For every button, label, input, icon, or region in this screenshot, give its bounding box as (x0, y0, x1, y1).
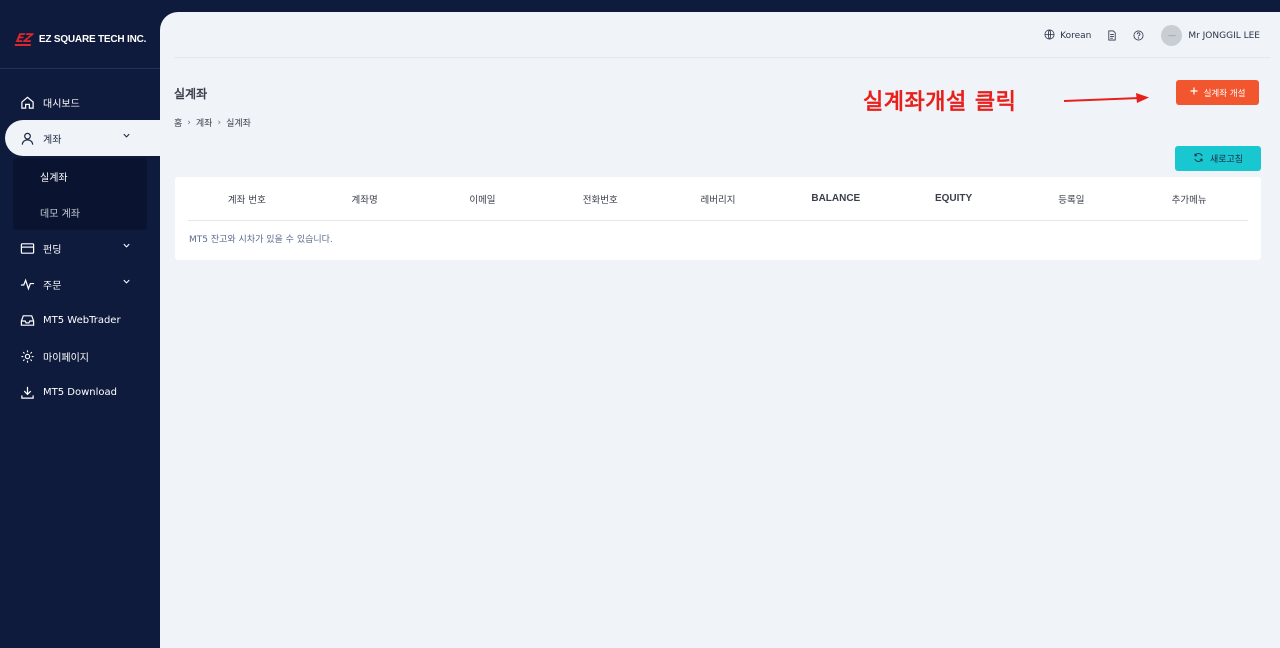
gear-icon (19, 348, 35, 364)
sidebar-divider (0, 68, 160, 69)
accounts-submenu: 실계좌 데모 계좌 (13, 158, 147, 230)
language-label: Korean (1060, 30, 1092, 41)
table-empty-message: MT5 잔고와 시차가 있을 수 있습니다. (189, 235, 333, 245)
sidebar-item-label: MT5 WebTrader (43, 314, 121, 326)
sidebar-item-label: 펀딩 (43, 244, 62, 256)
sidebar-item-label: 주문 (43, 280, 62, 292)
refresh-icon (1193, 152, 1204, 166)
open-real-account-button[interactable]: 실계좌 개설 (1176, 80, 1259, 105)
sidebar-item-dashboard[interactable]: 대시보드 (0, 84, 160, 120)
breadcrumb-accounts[interactable]: 계좌 (196, 116, 213, 129)
submenu-item-real-account[interactable]: 실계좌 (13, 158, 147, 194)
globe-icon (1044, 29, 1055, 43)
user-name: Mr JONGGIL LEE (1188, 30, 1260, 41)
breadcrumb-home[interactable]: 홈 (174, 116, 182, 129)
column-header-email[interactable]: 이메일 (424, 192, 542, 206)
open-real-account-label: 실계좌 개설 (1203, 88, 1246, 99)
main-panel: Korean — Mr JONGGIL LEE 실계좌 홈 › 계좌 › 실계좌… (160, 12, 1280, 648)
plus-icon (1190, 87, 1198, 98)
sidebar-menu: 대시보드 계좌 실계좌 데모 계좌 펀딩 주문 MT5 WebTrader 마이… (0, 84, 160, 410)
card-icon (19, 240, 35, 256)
sidebar-item-label: 계좌 (43, 134, 62, 146)
logo-mark: EZ (14, 30, 34, 46)
table-header: 계좌 번호 계좌명 이메일 전화번호 레버리지 BALANCE EQUITY 등… (188, 177, 1248, 221)
column-header-balance[interactable]: BALANCE (777, 193, 895, 204)
sidebar-item-mt5-download[interactable]: MT5 Download (0, 374, 160, 410)
sidebar-item-accounts[interactable]: 계좌 (5, 120, 160, 156)
topbar-actions: Korean — Mr JONGGIL LEE (1044, 25, 1260, 46)
language-selector[interactable]: Korean (1044, 29, 1091, 43)
column-header-account-number[interactable]: 계좌 번호 (188, 192, 306, 206)
column-header-more-menu[interactable]: 추가메뉴 (1130, 192, 1248, 206)
user-icon (19, 130, 35, 146)
help-icon[interactable] (1133, 30, 1144, 41)
brand-name: EZ SQUARE TECH INC. (38, 33, 147, 45)
refresh-label: 새로고침 (1209, 155, 1244, 165)
annotation-arrow-icon (1063, 93, 1149, 103)
home-icon (19, 94, 35, 110)
sidebar-item-webtrader[interactable]: MT5 WebTrader (0, 302, 160, 338)
sidebar-item-funding[interactable]: 펀딩 (0, 230, 160, 266)
brand-logo[interactable]: EZ EZ SQUARE TECH INC. (14, 30, 147, 47)
submenu-item-demo-account[interactable]: 데모 계좌 (13, 194, 147, 230)
column-header-equity[interactable]: EQUITY (895, 193, 1013, 204)
column-header-registered-date[interactable]: 등록일 (1012, 192, 1130, 206)
inbox-icon (19, 312, 35, 328)
chevron-down-icon (122, 277, 132, 287)
refresh-button[interactable]: 새로고침 (1175, 146, 1261, 171)
document-icon[interactable] (1107, 30, 1117, 41)
download-icon (19, 384, 35, 400)
chevron-down-icon (122, 241, 132, 251)
sidebar-item-mypage[interactable]: 마이페이지 (0, 338, 160, 374)
topbar: Korean — Mr JONGGIL LEE (174, 12, 1270, 58)
accounts-table: 계좌 번호 계좌명 이메일 전화번호 레버리지 BALANCE EQUITY 등… (175, 177, 1261, 260)
chevron-down-icon (122, 131, 132, 141)
breadcrumb-separator: › (187, 117, 191, 128)
breadcrumb: 홈 › 계좌 › 실계좌 (174, 116, 251, 130)
instruction-annotation: 실계좌개설 클릭 (863, 90, 1017, 115)
sidebar-item-label: 대시보드 (43, 98, 80, 110)
breadcrumb-separator: › (217, 117, 222, 128)
column-header-account-name[interactable]: 계좌명 (306, 192, 424, 206)
sidebar-item-label: MT5 Download (43, 386, 117, 398)
user-menu[interactable]: — Mr JONGGIL LEE (1161, 25, 1260, 46)
sidebar: EZ EZ SQUARE TECH INC. 대시보드 계좌 실계좌 데모 계좌 (0, 0, 160, 648)
sidebar-item-orders[interactable]: 주문 (0, 266, 160, 302)
page-title: 실계좌 (174, 87, 208, 101)
column-header-phone[interactable]: 전화번호 (541, 192, 659, 206)
activity-icon (19, 276, 35, 292)
column-header-leverage[interactable]: 레버리지 (659, 192, 777, 206)
avatar: — (1161, 25, 1183, 46)
sidebar-item-label: 마이페이지 (43, 352, 89, 364)
breadcrumb-current: 실계좌 (226, 119, 251, 129)
